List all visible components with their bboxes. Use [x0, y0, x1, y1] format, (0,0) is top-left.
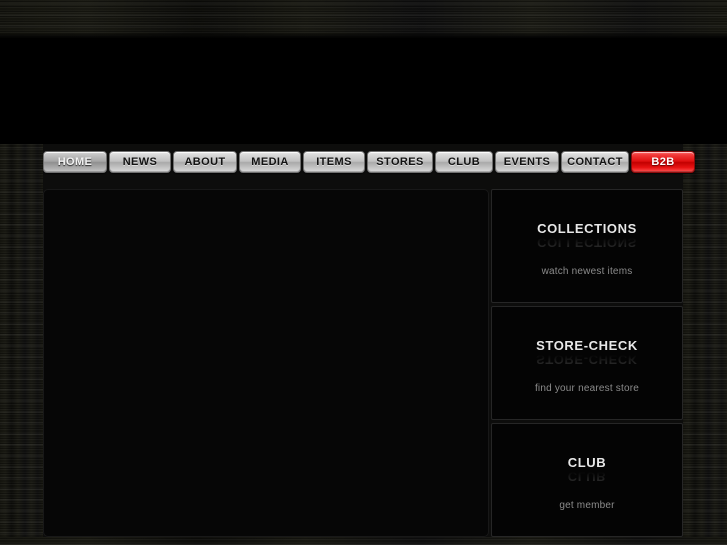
panel-subtitle-collections: watch newest items — [541, 266, 633, 277]
nav-item-club[interactable]: CLUB — [435, 151, 493, 173]
nav-item-about[interactable]: ABOUT — [173, 151, 237, 173]
nav-item-media[interactable]: MEDIA — [239, 151, 301, 173]
bottom-texture-strip — [0, 537, 727, 545]
panel-title-club: CLUB — [567, 455, 607, 470]
panel-title-wrap: STORE-CHECK STORE-CHECK — [536, 338, 638, 367]
header-block — [0, 38, 727, 144]
panel-inner: COLLECTIONS COLLECTIONS watch newest ite… — [492, 190, 682, 302]
sidebar-panel-collections[interactable]: COLLECTIONS COLLECTIONS watch newest ite… — [491, 189, 683, 303]
nav-item-stores[interactable]: STORES — [367, 151, 433, 173]
content-area: COLLECTIONS COLLECTIONS watch newest ite… — [43, 189, 683, 537]
sidebar-panel-store-check[interactable]: STORE-CHECK STORE-CHECK find your neares… — [491, 306, 683, 420]
panel-title-reflection-collections: COLLECTIONS — [537, 235, 637, 250]
sidebar-panel-club[interactable]: CLUB CLUB get member — [491, 423, 683, 537]
top-texture-strip — [0, 0, 727, 38]
nav-item-items[interactable]: ITEMS — [303, 151, 365, 173]
nav-item-b2b[interactable]: B2B — [631, 151, 695, 173]
panel-inner: CLUB CLUB get member — [492, 424, 682, 536]
panel-title-wrap: COLLECTIONS COLLECTIONS — [537, 221, 637, 250]
nav-item-contact[interactable]: CONTACT — [561, 151, 629, 173]
panel-inner: STORE-CHECK STORE-CHECK find your neares… — [492, 307, 682, 419]
panel-subtitle-store-check: find your nearest store — [534, 383, 640, 394]
nav-item-home[interactable]: HOME — [43, 151, 107, 173]
sidebar: COLLECTIONS COLLECTIONS watch newest ite… — [491, 189, 683, 537]
panel-title-wrap: CLUB CLUB — [567, 455, 607, 484]
main-content-panel — [43, 189, 489, 537]
panel-title-reflection-club: CLUB — [567, 469, 607, 484]
panel-subtitle-club: get member — [559, 500, 615, 511]
panel-title-reflection-store-check: STORE-CHECK — [536, 352, 638, 367]
page-root: HOME NEWS ABOUT MEDIA ITEMS STORES CLUB … — [0, 0, 727, 545]
nav-item-events[interactable]: EVENTS — [495, 151, 559, 173]
panel-title-store-check: STORE-CHECK — [536, 338, 638, 353]
panel-title-collections: COLLECTIONS — [537, 221, 637, 236]
main-navigation: HOME NEWS ABOUT MEDIA ITEMS STORES CLUB … — [43, 151, 695, 173]
nav-item-news[interactable]: NEWS — [109, 151, 171, 173]
